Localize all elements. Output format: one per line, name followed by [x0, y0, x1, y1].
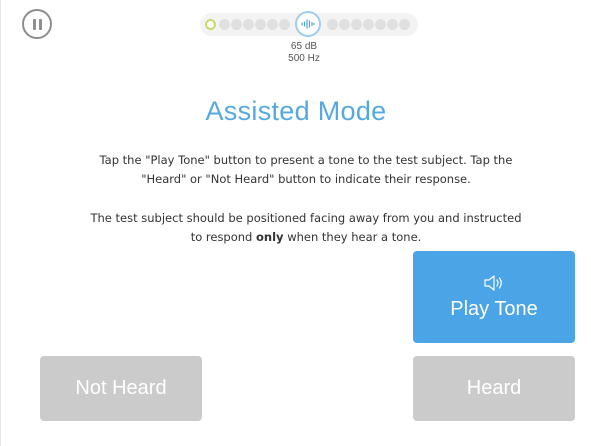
assisted-mode-screen: 65 dB 500 Hz Assisted Mode Tap the "Play…: [0, 0, 591, 446]
instruction-line: Tap the "Play Tone" button to present a …: [99, 153, 513, 167]
progress-dot: [219, 19, 230, 30]
progress-dot: [255, 19, 266, 30]
heard-button[interactable]: Heard: [413, 356, 575, 421]
heard-label: Heard: [466, 377, 522, 399]
not-heard-button[interactable]: Not Heard: [40, 356, 202, 421]
test-progress-track: [200, 11, 418, 37]
sound-wave-icon: [295, 11, 321, 37]
pause-icon: [32, 18, 36, 30]
progress-dot-current: [205, 19, 216, 30]
progress-dot: [267, 19, 278, 30]
progress-dot: [327, 19, 338, 30]
pause-icon-bar: [38, 18, 42, 30]
page-title: Assisted Mode: [205, 96, 387, 126]
progress-dot: [375, 19, 386, 30]
positioning-before: to respond: [190, 230, 257, 244]
instruction-line: "Heard" or "Not Heard" button to indicat…: [141, 172, 471, 186]
positioning-after: when they hear a tone.: [283, 230, 422, 244]
progress-dot: [231, 19, 242, 30]
speaker-icon: [484, 274, 502, 291]
level-readout: 65 dB: [290, 41, 318, 52]
emphasis-only: only: [256, 230, 284, 244]
instruction-text: Tap the "Play Tone" button to present a …: [61, 151, 551, 189]
positioning-text: The test subject should be positioned fa…: [61, 209, 551, 247]
play-tone-button[interactable]: Play Tone: [413, 251, 575, 343]
progress-dot: [243, 19, 254, 30]
frequency-readout: 500 Hz: [288, 53, 320, 64]
progress-dot: [339, 19, 350, 30]
progress-dot: [279, 19, 290, 30]
progress-dot: [351, 19, 362, 30]
pause-button[interactable]: [22, 9, 52, 39]
not-heard-label: Not Heard: [75, 377, 167, 399]
progress-dot: [399, 19, 410, 30]
progress-dot: [363, 19, 374, 30]
play-tone-label: Play Tone: [450, 297, 538, 320]
progress-dot: [387, 19, 398, 30]
positioning-line: The test subject should be positioned fa…: [90, 211, 522, 225]
